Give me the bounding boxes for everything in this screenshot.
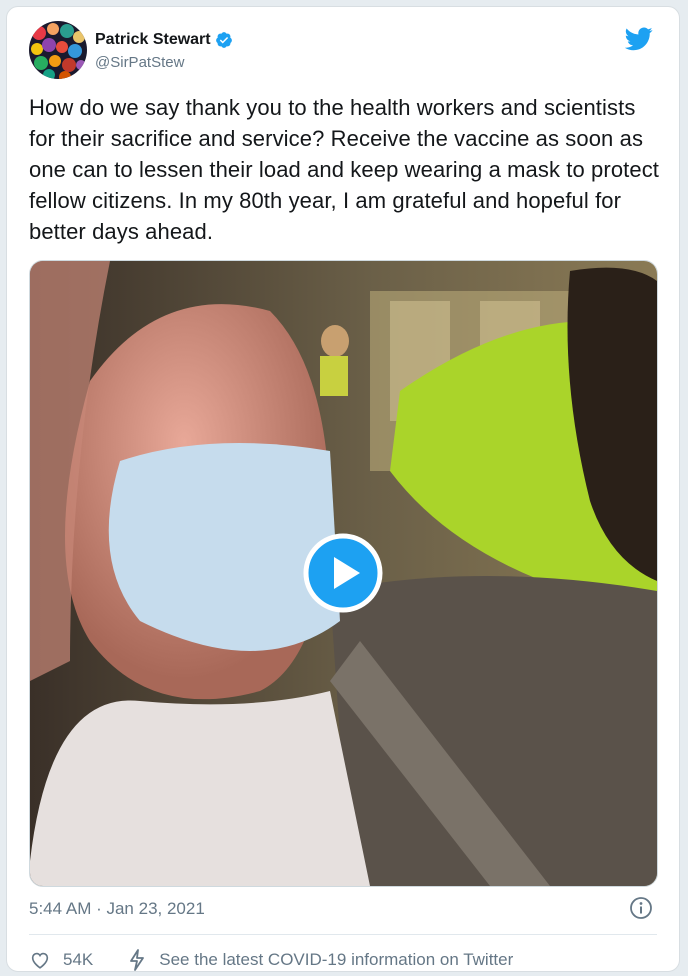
divider <box>29 934 657 935</box>
lightning-bolt-icon <box>130 949 145 971</box>
author-name[interactable]: Patrick Stewart <box>95 31 211 49</box>
twitter-bird-icon[interactable] <box>625 27 653 51</box>
verified-badge-icon <box>215 32 232 48</box>
like-count[interactable]: 54K <box>63 950 93 970</box>
heart-icon[interactable] <box>29 949 51 971</box>
covid-info-link[interactable]: See the latest COVID-19 information on T… <box>159 950 513 970</box>
author-handle[interactable]: @SirPatStew <box>95 54 184 71</box>
video-player[interactable] <box>29 260 658 887</box>
tweet-text: How do we say thank you to the health wo… <box>29 95 660 244</box>
avatar[interactable] <box>29 21 87 79</box>
tweet-actions: 54K See the latest COVID-19 information … <box>29 947 513 973</box>
play-icon[interactable] <box>303 533 383 613</box>
info-icon[interactable] <box>629 896 653 920</box>
tweet-card: Patrick Stewart @SirPatStew How do we sa… <box>6 6 680 972</box>
tweet-timestamp[interactable]: 5:44 AM · Jan 23, 2021 <box>29 899 205 919</box>
